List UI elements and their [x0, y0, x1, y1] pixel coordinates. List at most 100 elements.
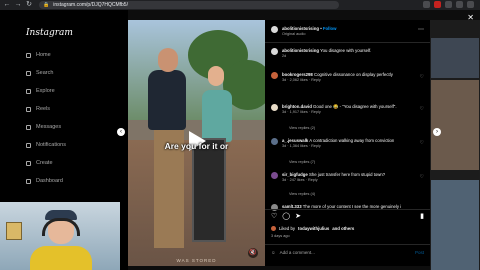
sidebar-item-explore[interactable]: Explore [26, 88, 55, 94]
instagram-logo[interactable]: Instagram [26, 28, 73, 38]
comment-body: Cognitive dissonance on display perfectl… [314, 72, 393, 77]
sidebar-item-search[interactable]: Search [26, 70, 53, 76]
comment-username[interactable]: a_.jesuswalk [282, 138, 308, 143]
comment-input[interactable]: Add a comment... [280, 250, 315, 255]
sidebar-item-home[interactable]: Home [26, 52, 51, 58]
caption-body: You disagree with yourself. [320, 48, 372, 53]
dashboard-icon [26, 178, 31, 184]
webcam-overlay [0, 202, 120, 270]
extension-icon[interactable] [423, 1, 430, 8]
close-icon[interactable]: ✕ [467, 13, 474, 22]
sidebar-item-label: Dashboard [36, 178, 63, 184]
view-replies-link[interactable]: View replies (4) [289, 192, 315, 196]
avatar[interactable] [271, 26, 278, 33]
address-bar[interactable]: 🔒 instagram.com/p/DJQ7HQCMfb5/ [39, 1, 339, 9]
add-comment[interactable]: ☺ Add a comment... [271, 250, 315, 255]
compass-icon [26, 88, 31, 94]
more-options-icon[interactable]: ⋯ [418, 26, 424, 33]
avatar[interactable] [271, 104, 278, 111]
comment-text: sir_bigfudge She just transfer here from… [282, 172, 422, 183]
video-caption: Are you for it or [164, 141, 229, 151]
extension-icon[interactable] [445, 1, 452, 8]
next-post-icon[interactable]: › [433, 128, 441, 136]
audio-label[interactable]: Original audio [282, 32, 422, 37]
comment-body: Good one 😂 - "You disagree with yourself… [313, 104, 397, 109]
caption-row: abolitionistsrising You disagree with yo… [271, 48, 422, 59]
caption-meta: 2d [282, 54, 287, 59]
streamer-shirt [30, 246, 92, 270]
sidebar-item-messages[interactable]: Messages [26, 124, 61, 130]
avatar[interactable] [271, 48, 278, 55]
comment-icon[interactable]: ◯ [282, 212, 290, 220]
reload-icon[interactable]: ↻ [25, 1, 33, 9]
previous-post-icon[interactable]: ‹ [117, 128, 125, 136]
browser-toolbar: ← → ↻ 🔒 instagram.com/p/DJQ7HQCMfb5/ [0, 0, 480, 10]
comment-text: bookrogers298 Cognitive dissonance on di… [282, 72, 422, 83]
comment-meta[interactable]: 3d · 1,364 likes · Reply [282, 144, 422, 149]
sidebar-item-dashboard[interactable]: Dashboard [26, 178, 63, 184]
divider [265, 42, 430, 43]
preview-thumbnail [431, 180, 479, 270]
post-video[interactable]: Are you for it or WAS STORED 🔇 [128, 20, 265, 266]
author-username[interactable]: abolitionistsrising [282, 26, 319, 31]
avatar [271, 226, 276, 231]
emoji-icon[interactable]: ☺ [271, 250, 276, 255]
like-icon[interactable]: ♡ [271, 212, 277, 220]
preview-thumbnail [431, 38, 479, 78]
comment-text: a_.jesuswalk A contradiction walking awa… [282, 138, 422, 149]
post-header-text: abolitionistsrising • Follow Original au… [282, 26, 422, 37]
comment-meta[interactable]: 3d · 1,917 likes · Reply [282, 110, 422, 115]
view-replies-link[interactable]: View replies (2) [289, 126, 315, 130]
sidebar-item-reels[interactable]: Reels [26, 106, 50, 112]
video-watermark: WAS STORED [176, 258, 217, 263]
avatar[interactable] [271, 72, 278, 79]
home-icon [26, 52, 31, 58]
like-comment-icon[interactable]: ♡ [420, 74, 424, 80]
post-comment-button[interactable]: Post [415, 250, 424, 255]
back-arrow-icon[interactable]: ← [3, 1, 11, 9]
sidebar-item-notifications[interactable]: Notifications [26, 142, 66, 148]
mute-icon[interactable]: 🔇 [248, 248, 258, 258]
extensions-area [423, 1, 474, 8]
messages-icon [26, 124, 31, 130]
extension-icon[interactable] [434, 1, 441, 8]
avatar[interactable] [271, 172, 278, 179]
sidebar-item-label: Home [36, 52, 51, 58]
comment-username[interactable]: sir_bigfudge [282, 172, 308, 177]
like-comment-icon[interactable]: ♡ [420, 140, 424, 146]
post-date: 3 days ago [271, 234, 290, 238]
comment-meta[interactable]: 3d · 247 likes · Reply [282, 178, 422, 183]
comment-row: sir_bigfudge She just transfer here from… [271, 172, 422, 183]
view-replies-link[interactable]: View replies (7) [289, 160, 315, 164]
caption-username[interactable]: abolitionistsrising [282, 48, 319, 53]
post-header: abolitionistsrising • Follow Original au… [271, 26, 422, 37]
bookmark-icon[interactable]: ▮ [420, 212, 424, 220]
next-post-preview[interactable] [430, 20, 480, 270]
follow-button[interactable]: Follow [323, 26, 337, 31]
comment-username[interactable]: brighton.david [282, 104, 312, 109]
comment-meta[interactable]: 3d · 2,062 likes · Reply [282, 78, 422, 83]
menu-icon[interactable] [467, 1, 474, 8]
avatar[interactable] [271, 138, 278, 145]
like-comment-icon[interactable]: ♡ [420, 106, 424, 112]
comment-row: bookrogers298 Cognitive dissonance on di… [271, 72, 422, 83]
divider [265, 209, 430, 210]
forward-arrow-icon[interactable]: → [14, 1, 22, 9]
student-head [208, 66, 224, 86]
like-comment-icon[interactable]: ♡ [420, 174, 424, 180]
sidebar-item-label: Notifications [36, 142, 66, 148]
man-head [158, 48, 178, 72]
comment-row: brighton.david Good one 😂 - "You disagre… [271, 104, 422, 115]
search-icon [26, 70, 31, 76]
sidebar-item-label: Create [36, 160, 53, 166]
share-icon[interactable]: ➤ [295, 212, 301, 220]
sidebar-item-create[interactable]: Create [26, 160, 53, 166]
liked-by-prefix: Liked by [279, 226, 296, 231]
liked-by-user[interactable]: todaywithjulius [298, 226, 329, 231]
liked-by-others[interactable]: and others [332, 226, 354, 231]
profile-icon[interactable] [456, 1, 463, 8]
comment-row: a_.jesuswalk A contradiction walking awa… [271, 138, 422, 149]
comment-text: brighton.david Good one 😂 - "You disagre… [282, 104, 422, 115]
comment-username[interactable]: bookrogers298 [282, 72, 313, 77]
sidebar-item-label: Reels [36, 106, 51, 112]
